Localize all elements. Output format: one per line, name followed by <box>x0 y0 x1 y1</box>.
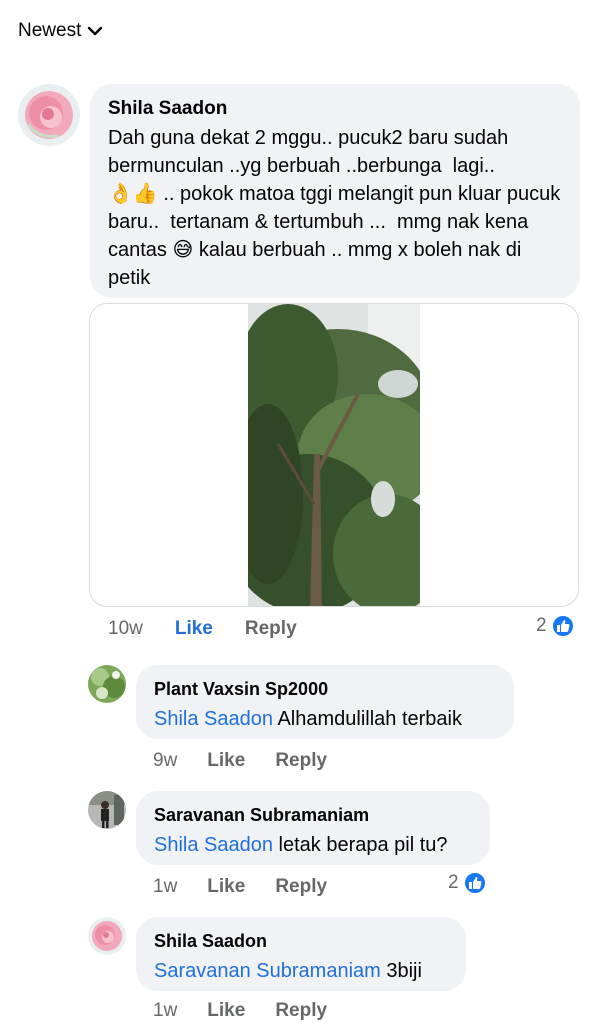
reply-message: Alhamdulillah terbaik <box>272 708 462 730</box>
reply-author[interactable]: Shila Saadon <box>154 929 448 953</box>
comment-timestamp[interactable]: 10w <box>108 618 143 640</box>
reply-button[interactable]: Reply <box>245 618 297 640</box>
reply-actions: 1w Like Reply <box>153 876 327 898</box>
reply-text: Saravanan Subramaniam 3biji <box>154 957 448 985</box>
comment-bubble: Shila Saadon Dah guna dekat 2 mggu.. puc… <box>90 84 580 298</box>
reply-button[interactable]: Reply <box>275 1000 327 1022</box>
thumbs-up-icon <box>462 871 487 895</box>
reply-text: Shila Saadon Alhamdulillah terbaik <box>154 705 496 733</box>
reply-bubble: Saravanan Subramaniam Shila Saadon letak… <box>136 791 490 865</box>
reply-text: Shila Saadon letak berapa pil tu? <box>154 831 472 859</box>
reply-button[interactable]: Reply <box>275 750 327 772</box>
avatar[interactable] <box>88 665 126 703</box>
reply-timestamp[interactable]: 1w <box>153 876 177 898</box>
mention-link[interactable]: Shila Saadon <box>154 834 273 856</box>
like-button[interactable]: Like <box>207 1000 245 1022</box>
reply-actions: 9w Like Reply <box>153 750 327 772</box>
comment-author[interactable]: Shila Saadon <box>108 96 562 122</box>
reaction-count: 2 <box>536 615 547 636</box>
avatar[interactable] <box>18 84 80 146</box>
reply-author[interactable]: Saravanan Subramaniam <box>154 803 472 827</box>
thumbs-up-icon <box>550 614 575 638</box>
reply-bubble: Shila Saadon Saravanan Subramaniam 3biji <box>136 917 466 991</box>
reaction-summary[interactable]: 2 <box>448 871 487 895</box>
like-button[interactable]: Like <box>207 750 245 772</box>
sort-label: Newest <box>18 20 82 41</box>
reply-timestamp[interactable]: 1w <box>153 1000 177 1022</box>
reply-message: letak berapa pil tu? <box>272 834 448 856</box>
reply-author[interactable]: Plant Vaxsin Sp2000 <box>154 677 496 701</box>
chevron-down-icon <box>88 26 103 36</box>
reply-actions: 1w Like Reply <box>153 1000 327 1022</box>
reaction-summary[interactable]: 2 <box>536 614 575 638</box>
avatar[interactable] <box>88 791 126 829</box>
reply-timestamp[interactable]: 9w <box>153 750 177 772</box>
mention-link[interactable]: Saravanan Subramaniam <box>154 960 381 982</box>
reply-message: 3biji <box>380 960 422 982</box>
comment-actions: 10w Like Reply <box>108 618 297 640</box>
sort-dropdown[interactable]: Newest <box>18 20 103 42</box>
mention-link[interactable]: Shila Saadon <box>154 708 273 730</box>
comment-attachment[interactable] <box>89 303 579 607</box>
like-button[interactable]: Like <box>207 876 245 898</box>
reply-bubble: Plant Vaxsin Sp2000 Shila Saadon Alhamdu… <box>136 665 514 739</box>
like-button[interactable]: Like <box>175 618 213 640</box>
avatar[interactable] <box>88 917 126 955</box>
reply-button[interactable]: Reply <box>275 876 327 898</box>
comment-text: Dah guna dekat 2 mggu.. pucuk2 baru suda… <box>108 127 561 289</box>
reaction-count: 2 <box>448 872 459 893</box>
tree-photo[interactable] <box>248 304 420 606</box>
